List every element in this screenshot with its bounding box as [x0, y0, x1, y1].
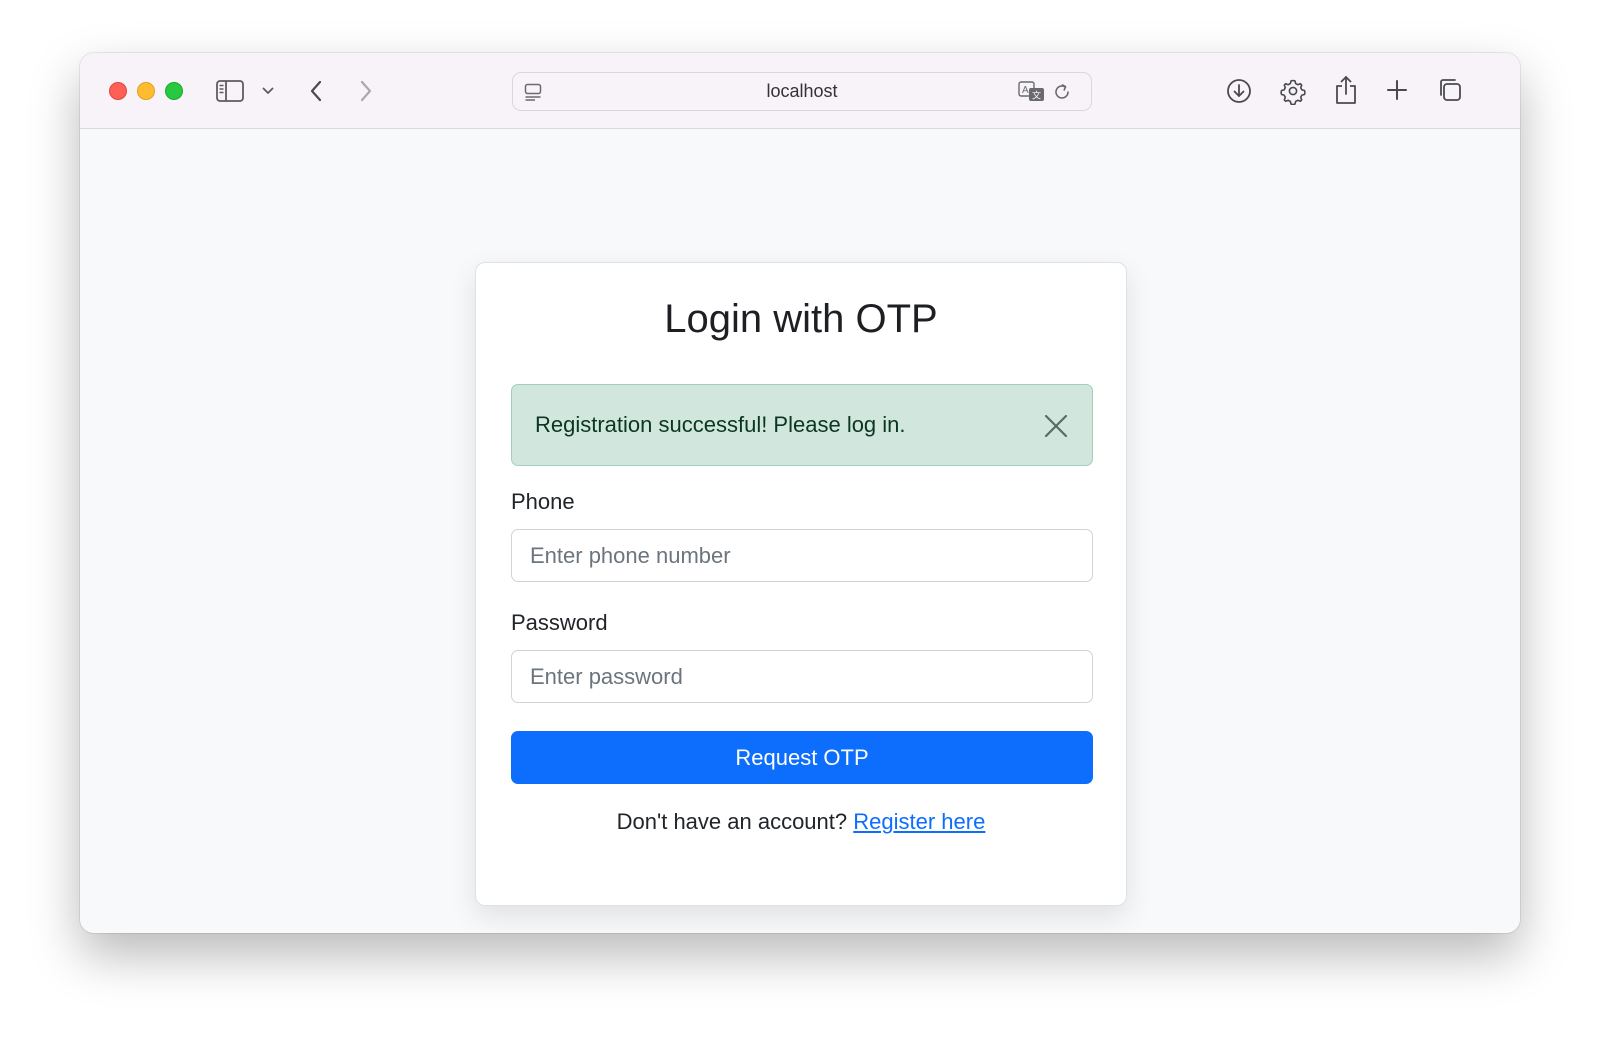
page-content: Login with OTP Registration successful! …: [80, 130, 1520, 933]
forward-button[interactable]: [354, 77, 378, 105]
reload-button[interactable]: [1051, 81, 1073, 103]
sidebar-icon: [216, 80, 244, 102]
alert-message: Registration successful! Please log in.: [535, 412, 906, 437]
close-window-button[interactable]: [109, 82, 127, 100]
password-label: Password: [511, 610, 608, 635]
new-tab-button[interactable]: [1384, 77, 1410, 103]
plus-icon: [1387, 80, 1407, 100]
login-card: Login with OTP Registration successful! …: [475, 262, 1127, 906]
gear-icon: [1280, 79, 1306, 105]
phone-label: Phone: [511, 489, 575, 514]
back-button[interactable]: [304, 77, 328, 105]
tab-overview-button[interactable]: [1436, 76, 1464, 104]
tabs-overview-icon: [1440, 79, 1461, 101]
download-icon: [1227, 79, 1251, 103]
svg-text:文: 文: [1032, 90, 1041, 101]
minimize-window-button[interactable]: [137, 82, 155, 100]
settings-button[interactable]: [1278, 76, 1308, 106]
register-prompt: Don't have an account? Register here: [476, 809, 1126, 835]
browser-window: localhost A 文 Login with OTP Registratio…: [80, 53, 1520, 933]
zoom-window-button[interactable]: [165, 82, 183, 100]
chevron-down-icon: [262, 87, 274, 94]
close-icon: [1044, 414, 1068, 438]
register-link[interactable]: Register here: [853, 809, 985, 834]
translate-button[interactable]: A 文: [1018, 81, 1046, 103]
sidebar-menu-button[interactable]: [260, 83, 276, 99]
reload-icon: [1055, 84, 1069, 99]
address-text: localhost: [766, 81, 838, 101]
password-input[interactable]: [511, 650, 1093, 703]
success-alert: Registration successful! Please log in.: [511, 384, 1093, 466]
back-icon: [310, 80, 322, 102]
svg-text:A: A: [1022, 85, 1029, 96]
phone-input[interactable]: [511, 529, 1093, 582]
forward-icon: [360, 80, 372, 102]
register-prompt-text: Don't have an account?: [616, 809, 848, 834]
browser-toolbar: localhost A 文: [80, 53, 1520, 129]
translate-icon: A 文: [1018, 81, 1044, 101]
alert-close-button[interactable]: [1042, 412, 1070, 440]
sidebar-toggle-button[interactable]: [214, 77, 246, 105]
address-bar[interactable]: localhost A 文: [512, 72, 1092, 111]
share-button[interactable]: [1333, 74, 1359, 106]
page-title: Login with OTP: [664, 297, 938, 341]
downloads-button[interactable]: [1225, 77, 1253, 105]
share-icon: [1336, 76, 1356, 104]
request-otp-button[interactable]: Request OTP: [511, 731, 1093, 784]
